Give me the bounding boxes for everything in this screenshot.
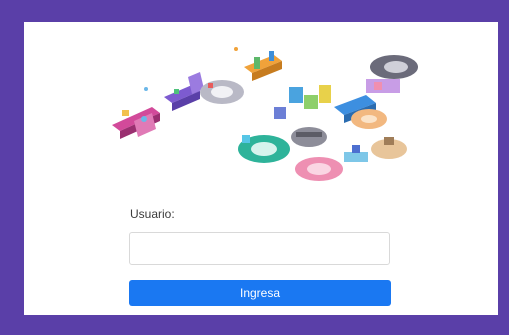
letter-p2-block: [371, 137, 407, 159]
letter-o2-block: [238, 135, 290, 163]
center-blocks: [274, 85, 331, 119]
letter-o-block: [200, 80, 244, 104]
decorative-dot: [234, 47, 238, 51]
right-blocks: [334, 95, 387, 129]
letter-d-block: [244, 51, 282, 81]
letter-r-block: [164, 72, 204, 111]
letter-p-block: [112, 107, 160, 139]
letter-s-pink-block: [295, 145, 368, 181]
letter-e-block: [291, 127, 327, 147]
isometric-city-letters-logo: [112, 47, 418, 181]
username-label: Usuario:: [130, 207, 175, 221]
login-card: Usuario: Ingresa: [24, 22, 498, 315]
letter-s-top-block: [366, 55, 418, 93]
username-input[interactable]: [129, 232, 390, 265]
ingresa-button[interactable]: Ingresa: [129, 280, 391, 306]
decorative-dot: [144, 87, 148, 91]
purple-frame: Usuario: Ingresa: [0, 0, 509, 335]
